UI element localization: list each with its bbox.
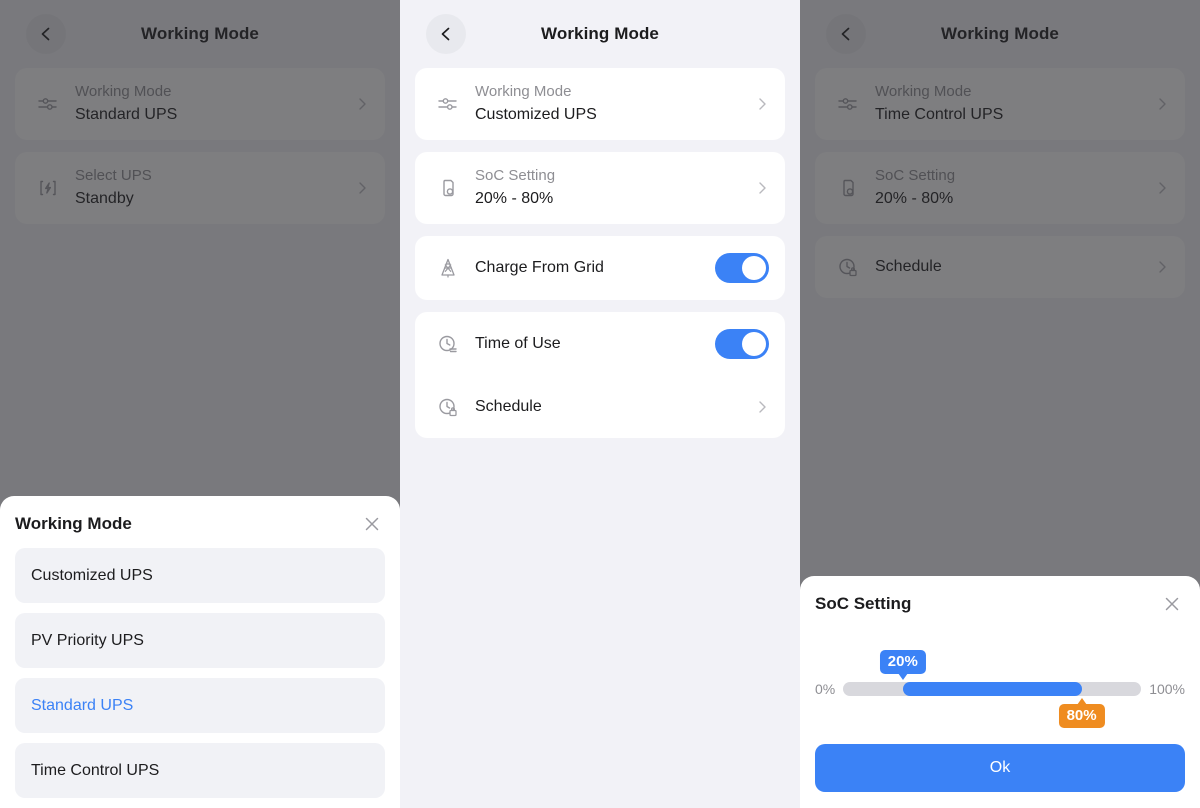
- row-value: 20% - 80%: [475, 190, 554, 207]
- slider-fill: [902, 682, 1082, 696]
- row-label: SoC Setting: [475, 167, 556, 184]
- slider-max-label: 100%: [1149, 681, 1185, 697]
- charge-from-grid-card: Charge From Grid: [415, 236, 785, 300]
- row-value: Customized UPS: [475, 106, 597, 123]
- slider-low-value-bubble[interactable]: 20%: [879, 650, 926, 680]
- option-pv-priority-ups[interactable]: PV Priority UPS: [15, 613, 385, 668]
- option-label: Standard UPS: [31, 696, 134, 714]
- option-label: PV Priority UPS: [31, 631, 144, 649]
- page-title: Working Mode: [541, 24, 659, 43]
- option-label: Customized UPS: [31, 566, 153, 584]
- chevron-left-icon: [438, 26, 454, 42]
- battery-tag-icon: [433, 173, 463, 203]
- three-panel-screenshot: Working Mode Working Mode Standard: [0, 0, 1200, 808]
- time-of-use-toggle[interactable]: [715, 329, 769, 359]
- panel2-header: Working Mode: [400, 0, 800, 68]
- toggle-knob: [742, 256, 766, 280]
- sheet-header: Working Mode: [15, 496, 385, 548]
- row-charge-from-grid[interactable]: Charge From Grid: [415, 236, 785, 300]
- row-title: Schedule: [475, 398, 542, 415]
- row-title: Charge From Grid: [475, 259, 604, 276]
- slider-min-label: 0%: [815, 681, 836, 697]
- soc-setting-card: SoC Setting 20% - 80%: [415, 152, 785, 224]
- clock-schedule-icon: [433, 392, 463, 422]
- slider-track-wrap[interactable]: 20% 80%: [843, 650, 1142, 728]
- row-time-of-use[interactable]: Time of Use: [415, 312, 785, 376]
- panel-customized-ups: Working Mode Working Mode Customized UPS…: [400, 0, 800, 808]
- time-of-use-card: Time of Use Schedule: [415, 312, 785, 438]
- working-mode-bottom-sheet: Working Mode Customized UPS PV Priority …: [0, 496, 400, 808]
- grid-tower-icon: [433, 253, 463, 283]
- dialog-title: SoC Setting: [815, 594, 912, 613]
- row-working-mode[interactable]: Working Mode Customized UPS: [415, 68, 785, 140]
- working-mode-card: Working Mode Customized UPS: [415, 68, 785, 140]
- sheet-title: Working Mode: [15, 514, 132, 533]
- slider-high-value-bubble[interactable]: 80%: [1058, 698, 1105, 728]
- row-schedule[interactable]: Schedule: [415, 376, 785, 438]
- soc-setting-dialog: SoC Setting 0% 20% 80% 100% Ok: [800, 576, 1200, 808]
- option-standard-ups[interactable]: Standard UPS: [15, 678, 385, 733]
- sliders-icon: [433, 89, 463, 119]
- option-customized-ups[interactable]: Customized UPS: [15, 548, 385, 603]
- panel-time-control-ups: Working Mode Working Mode Time Cont: [800, 0, 1200, 808]
- option-label: Time Control UPS: [31, 761, 160, 779]
- soc-range-slider[interactable]: 0% 20% 80% 100%: [815, 634, 1185, 744]
- row-title: Time of Use: [475, 335, 561, 352]
- close-icon[interactable]: [361, 513, 383, 535]
- row-label: Working Mode: [475, 83, 572, 100]
- chevron-right-icon: [755, 181, 769, 195]
- toggle-knob: [742, 332, 766, 356]
- chevron-right-icon: [755, 400, 769, 414]
- chevron-right-icon: [755, 97, 769, 111]
- ok-button[interactable]: Ok: [815, 744, 1185, 792]
- close-icon[interactable]: [1161, 593, 1183, 615]
- dialog-header: SoC Setting: [815, 576, 1185, 628]
- panel-standard-ups: Working Mode Working Mode Standard: [0, 0, 400, 808]
- back-button[interactable]: [426, 14, 466, 54]
- charge-from-grid-toggle[interactable]: [715, 253, 769, 283]
- row-soc-setting[interactable]: SoC Setting 20% - 80%: [415, 152, 785, 224]
- clock-lines-icon: [433, 329, 463, 359]
- option-time-control-ups[interactable]: Time Control UPS: [15, 743, 385, 798]
